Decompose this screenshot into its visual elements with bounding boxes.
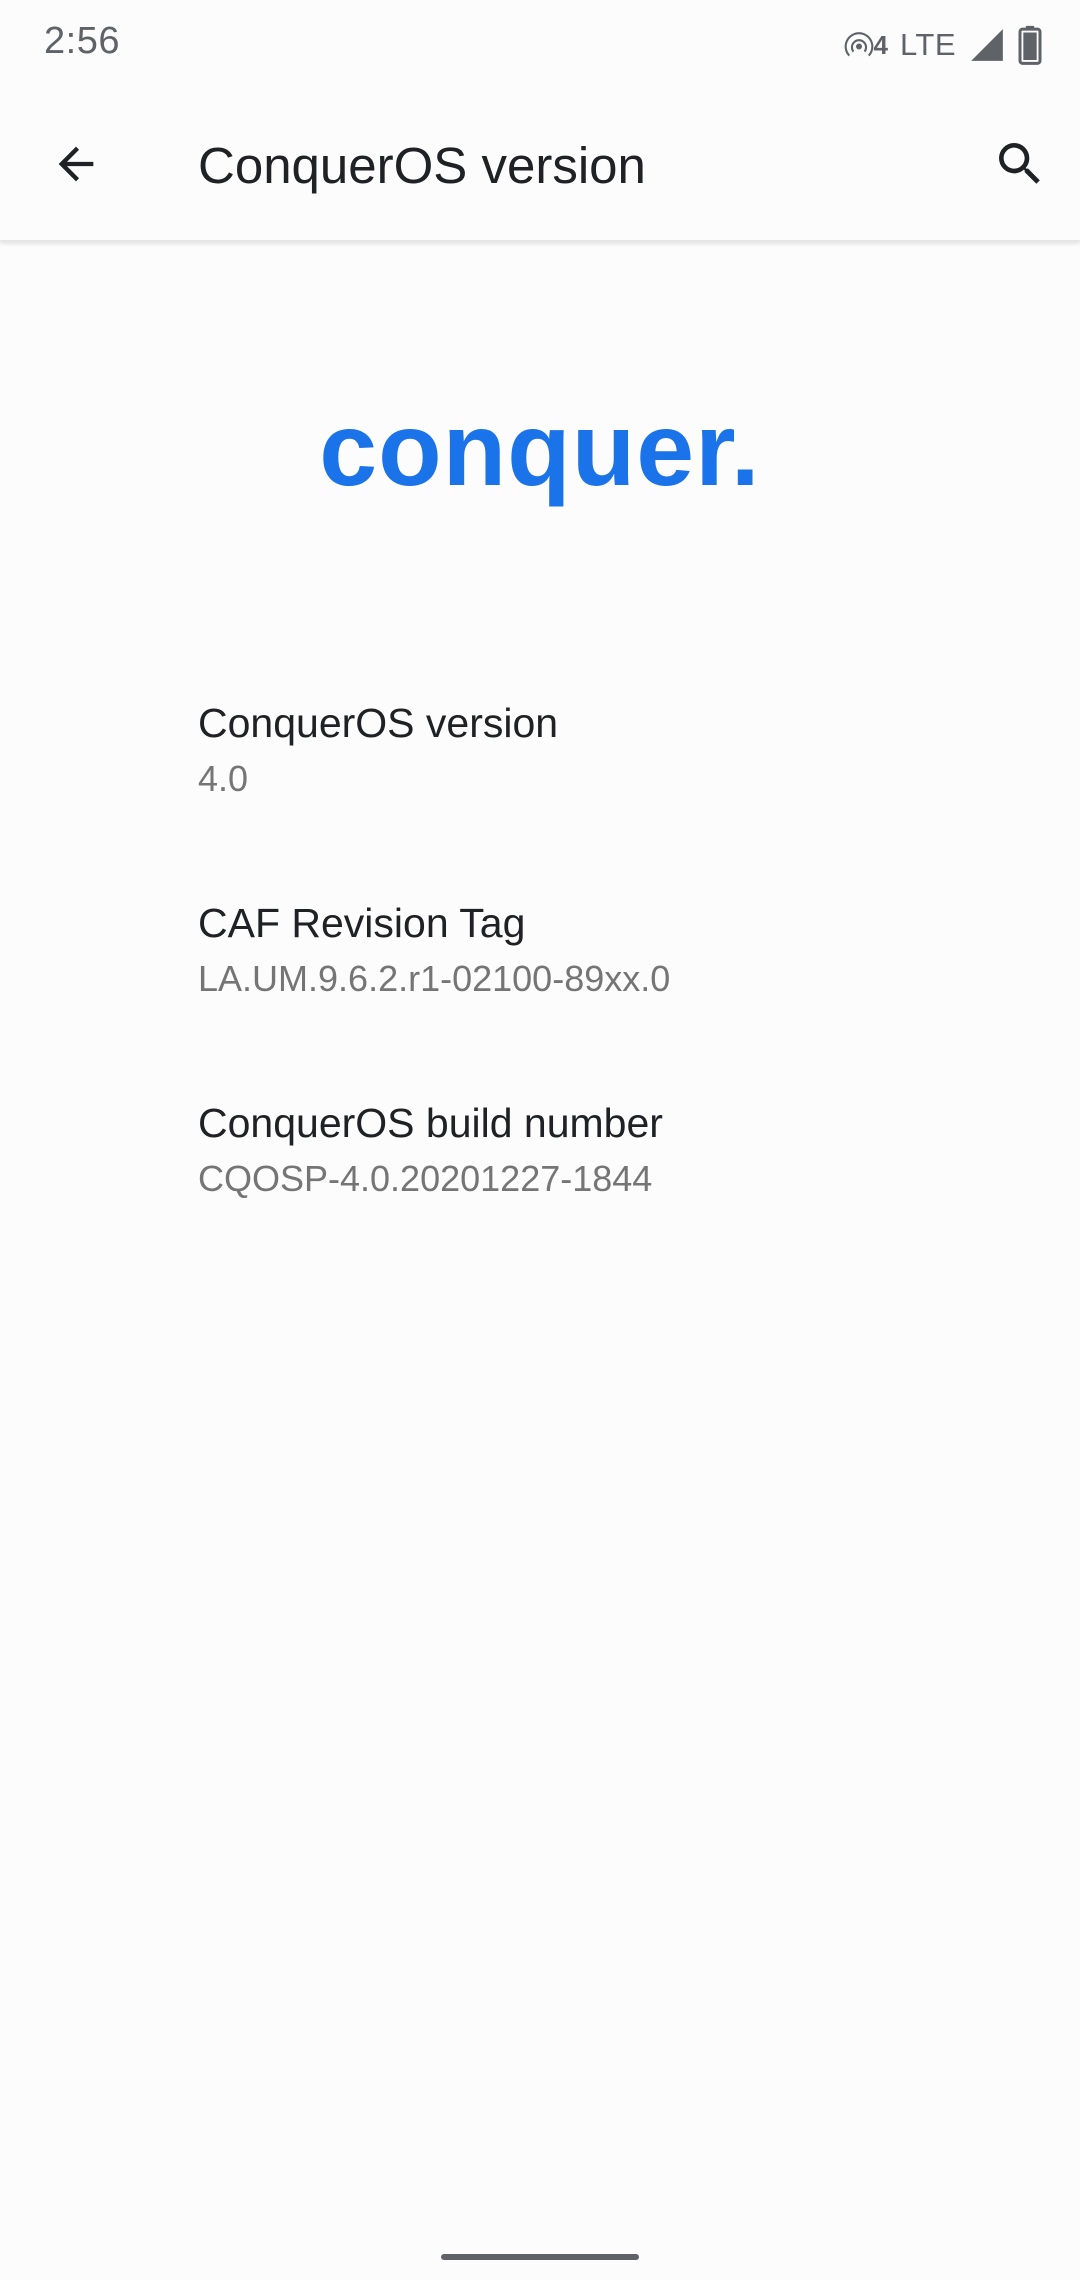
signal-icon (968, 26, 1006, 64)
conquer-logo: conquer. (319, 392, 761, 508)
pref-title: CAF Revision Tag (198, 900, 526, 946)
app-bar: ConquerOS version (0, 92, 1080, 241)
back-button[interactable] (36, 126, 116, 206)
status-icons: 4 LTE (841, 20, 1042, 70)
hotspot-badge: 4 (873, 29, 888, 60)
hotspot-icon: 4 (841, 27, 888, 63)
search-icon (992, 136, 1048, 197)
pref-item-build-number[interactable]: ConquerOS build number CQOSP-4.0.2020122… (0, 1072, 1080, 1272)
screen: 2:56 4 LTE ConquerOS version conquer. Co… (0, 0, 1080, 2280)
arrow-back-icon (50, 138, 102, 195)
pref-summary: CQOSP-4.0.20201227-1844 (198, 1158, 653, 1199)
status-time: 2:56 (44, 20, 120, 62)
page-title: ConquerOS version (198, 137, 646, 194)
search-button[interactable] (980, 126, 1060, 206)
pref-item-conqueros-version[interactable]: ConquerOS version 4.0 (0, 672, 1080, 872)
network-type-label: LTE (899, 27, 956, 62)
status-bar: 2:56 4 LTE (0, 0, 1080, 92)
pref-title: ConquerOS version (198, 700, 559, 746)
pref-summary: LA.UM.9.6.2.r1-02100-89xx.0 (198, 958, 671, 999)
pref-item-caf-revision-tag[interactable]: CAF Revision Tag LA.UM.9.6.2.r1-02100-89… (0, 872, 1080, 1072)
pref-title: ConquerOS build number (198, 1100, 663, 1146)
pref-summary: 4.0 (198, 758, 249, 799)
battery-icon (1018, 25, 1042, 65)
gesture-nav-handle[interactable] (441, 2254, 639, 2260)
